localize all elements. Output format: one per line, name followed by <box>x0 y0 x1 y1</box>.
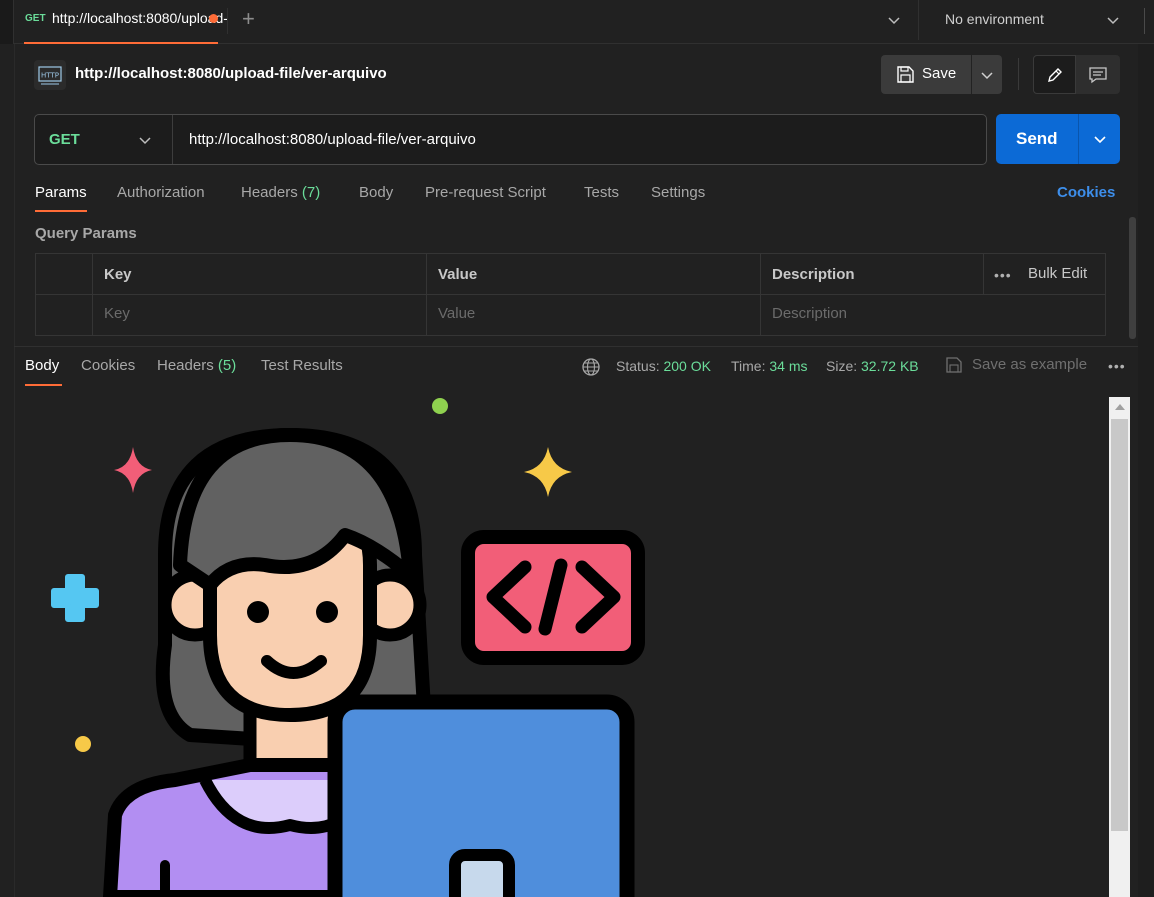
column-header-key: Key <box>104 266 132 283</box>
tab-headers[interactable]: Headers (7) <box>241 184 320 201</box>
column-header-value: Value <box>438 266 478 283</box>
time-value: 34 ms <box>769 358 808 374</box>
send-options-chevron-icon[interactable] <box>1092 131 1108 147</box>
response-tab-headers-label: Headers <box>157 357 214 374</box>
save-label: Save <box>922 65 957 82</box>
http-request-icon: HTTP <box>34 60 66 90</box>
response-scrollbar[interactable] <box>1109 397 1130 897</box>
active-response-tab-underline <box>25 384 62 386</box>
save-as-example-button[interactable]: Save as example <box>972 356 1087 373</box>
tab-tests[interactable]: Tests <box>584 184 619 201</box>
request-tab[interactable]: GET http://localhost:8080/upload-file/ve… <box>24 0 227 44</box>
yellow-sparkle <box>524 447 572 497</box>
tab-body[interactable]: Body <box>359 184 393 201</box>
response-tab-body[interactable]: Body <box>25 357 59 374</box>
blue-plus <box>51 574 99 622</box>
tab-strip: GET http://localhost:8080/upload-file/ve… <box>0 0 1154 44</box>
edit-comment-group <box>1033 55 1120 94</box>
status-label: Status: <box>616 358 660 374</box>
laptop-logo <box>449 849 515 897</box>
tab-pre-request-script[interactable]: Pre-request Script <box>425 184 546 201</box>
request-tab-url: http://localhost:8080/upload-file/ver-ar… <box>52 10 227 26</box>
save-divider <box>971 55 972 94</box>
time-readout[interactable]: Time: 34 ms <box>731 358 808 374</box>
request-tab-method: GET <box>25 13 46 24</box>
request-scrollbar[interactable] <box>1129 217 1136 339</box>
tab-divider <box>227 8 228 34</box>
param-value-input[interactable]: Value <box>438 305 475 322</box>
right-sidebar-gutter <box>1138 44 1154 897</box>
method-selector[interactable]: GET <box>49 131 80 148</box>
green-dot <box>432 398 448 414</box>
active-tab-underline <box>35 210 87 212</box>
tabs-dropdown-chevron-icon[interactable] <box>886 12 902 28</box>
response-tab-headers[interactable]: Headers (5) <box>157 357 236 374</box>
comments-button[interactable] <box>1076 55 1120 94</box>
url-input[interactable]: http://localhost:8080/upload-file/ver-ar… <box>189 131 476 148</box>
yellow-dot <box>75 736 91 752</box>
scroll-up-arrow-icon[interactable] <box>1115 404 1125 410</box>
save-group: Save <box>881 55 1002 94</box>
scroll-thumb[interactable] <box>1111 419 1128 831</box>
developer-illustration <box>51 398 645 897</box>
svg-text:HTTP: HTTP <box>41 72 59 80</box>
tab-headers-label: Headers <box>241 184 298 201</box>
comment-icon <box>1089 67 1107 84</box>
response-pane-divider[interactable] <box>14 346 1138 347</box>
response-body-preview <box>15 395 1109 897</box>
unsaved-dot-icon <box>209 14 218 23</box>
send-divider <box>1078 114 1079 164</box>
size-value: 32.72 KB <box>861 358 919 374</box>
environment-chevron-icon[interactable] <box>1105 12 1121 28</box>
globe-icon[interactable] <box>581 357 601 377</box>
response-tab-headers-count: (5) <box>217 357 237 374</box>
response-tab-cookies[interactable]: Cookies <box>81 357 135 374</box>
sidebar-edge <box>0 0 14 44</box>
size-readout[interactable]: Size: 32.72 KB <box>826 358 919 374</box>
environment-divider <box>918 0 919 40</box>
tab-authorization[interactable]: Authorization <box>117 184 205 201</box>
response-more-icon[interactable]: ••• <box>1108 358 1126 374</box>
size-label: Size: <box>826 358 858 374</box>
column-header-description: Description <box>772 266 855 283</box>
pink-sparkle <box>114 447 152 493</box>
method-divider <box>172 115 173 164</box>
edit-button[interactable] <box>1033 55 1076 94</box>
request-title[interactable]: http://localhost:8080/upload-file/ver-ar… <box>75 65 387 82</box>
save-button[interactable]: Save <box>881 55 971 94</box>
bulk-edit-button[interactable]: Bulk Edit <box>1028 265 1087 282</box>
cookies-link[interactable]: Cookies <box>1057 184 1115 201</box>
send-button[interactable]: Send <box>1016 129 1058 149</box>
save-example-icon <box>946 357 962 373</box>
status-value: 200 OK <box>663 358 711 374</box>
param-description-input[interactable]: Description <box>772 305 847 322</box>
header-row-divider <box>36 294 1105 295</box>
new-tab-plus-icon[interactable]: + <box>242 8 255 30</box>
column-divider <box>983 254 984 294</box>
eye-left <box>247 601 269 623</box>
method-chevron-icon[interactable] <box>137 132 153 148</box>
query-params-table: Key Value Description ••• Bulk Edit Key … <box>35 253 1106 336</box>
environment-selector[interactable]: No environment <box>945 11 1044 27</box>
tab-settings[interactable]: Settings <box>651 184 705 201</box>
tab-headers-count: (7) <box>301 184 321 201</box>
response-tab-test-results[interactable]: Test Results <box>261 357 343 374</box>
param-key-input[interactable]: Key <box>104 305 130 322</box>
send-button-group: Send <box>996 114 1120 164</box>
eye-right <box>316 601 338 623</box>
query-params-heading: Query Params <box>35 225 137 242</box>
toolbar-divider <box>1018 58 1019 90</box>
status-readout[interactable]: Status: 200 OK <box>616 358 711 374</box>
tab-params[interactable]: Params <box>35 184 87 201</box>
more-options-icon[interactable]: ••• <box>994 267 1012 283</box>
save-floppy-icon <box>897 66 914 83</box>
pencil-icon <box>1048 68 1062 82</box>
environment-edge-divider <box>1144 8 1145 34</box>
url-bar: GET http://localhost:8080/upload-file/ve… <box>34 114 987 165</box>
time-label: Time: <box>731 358 766 374</box>
save-options-chevron-icon[interactable] <box>979 67 995 83</box>
